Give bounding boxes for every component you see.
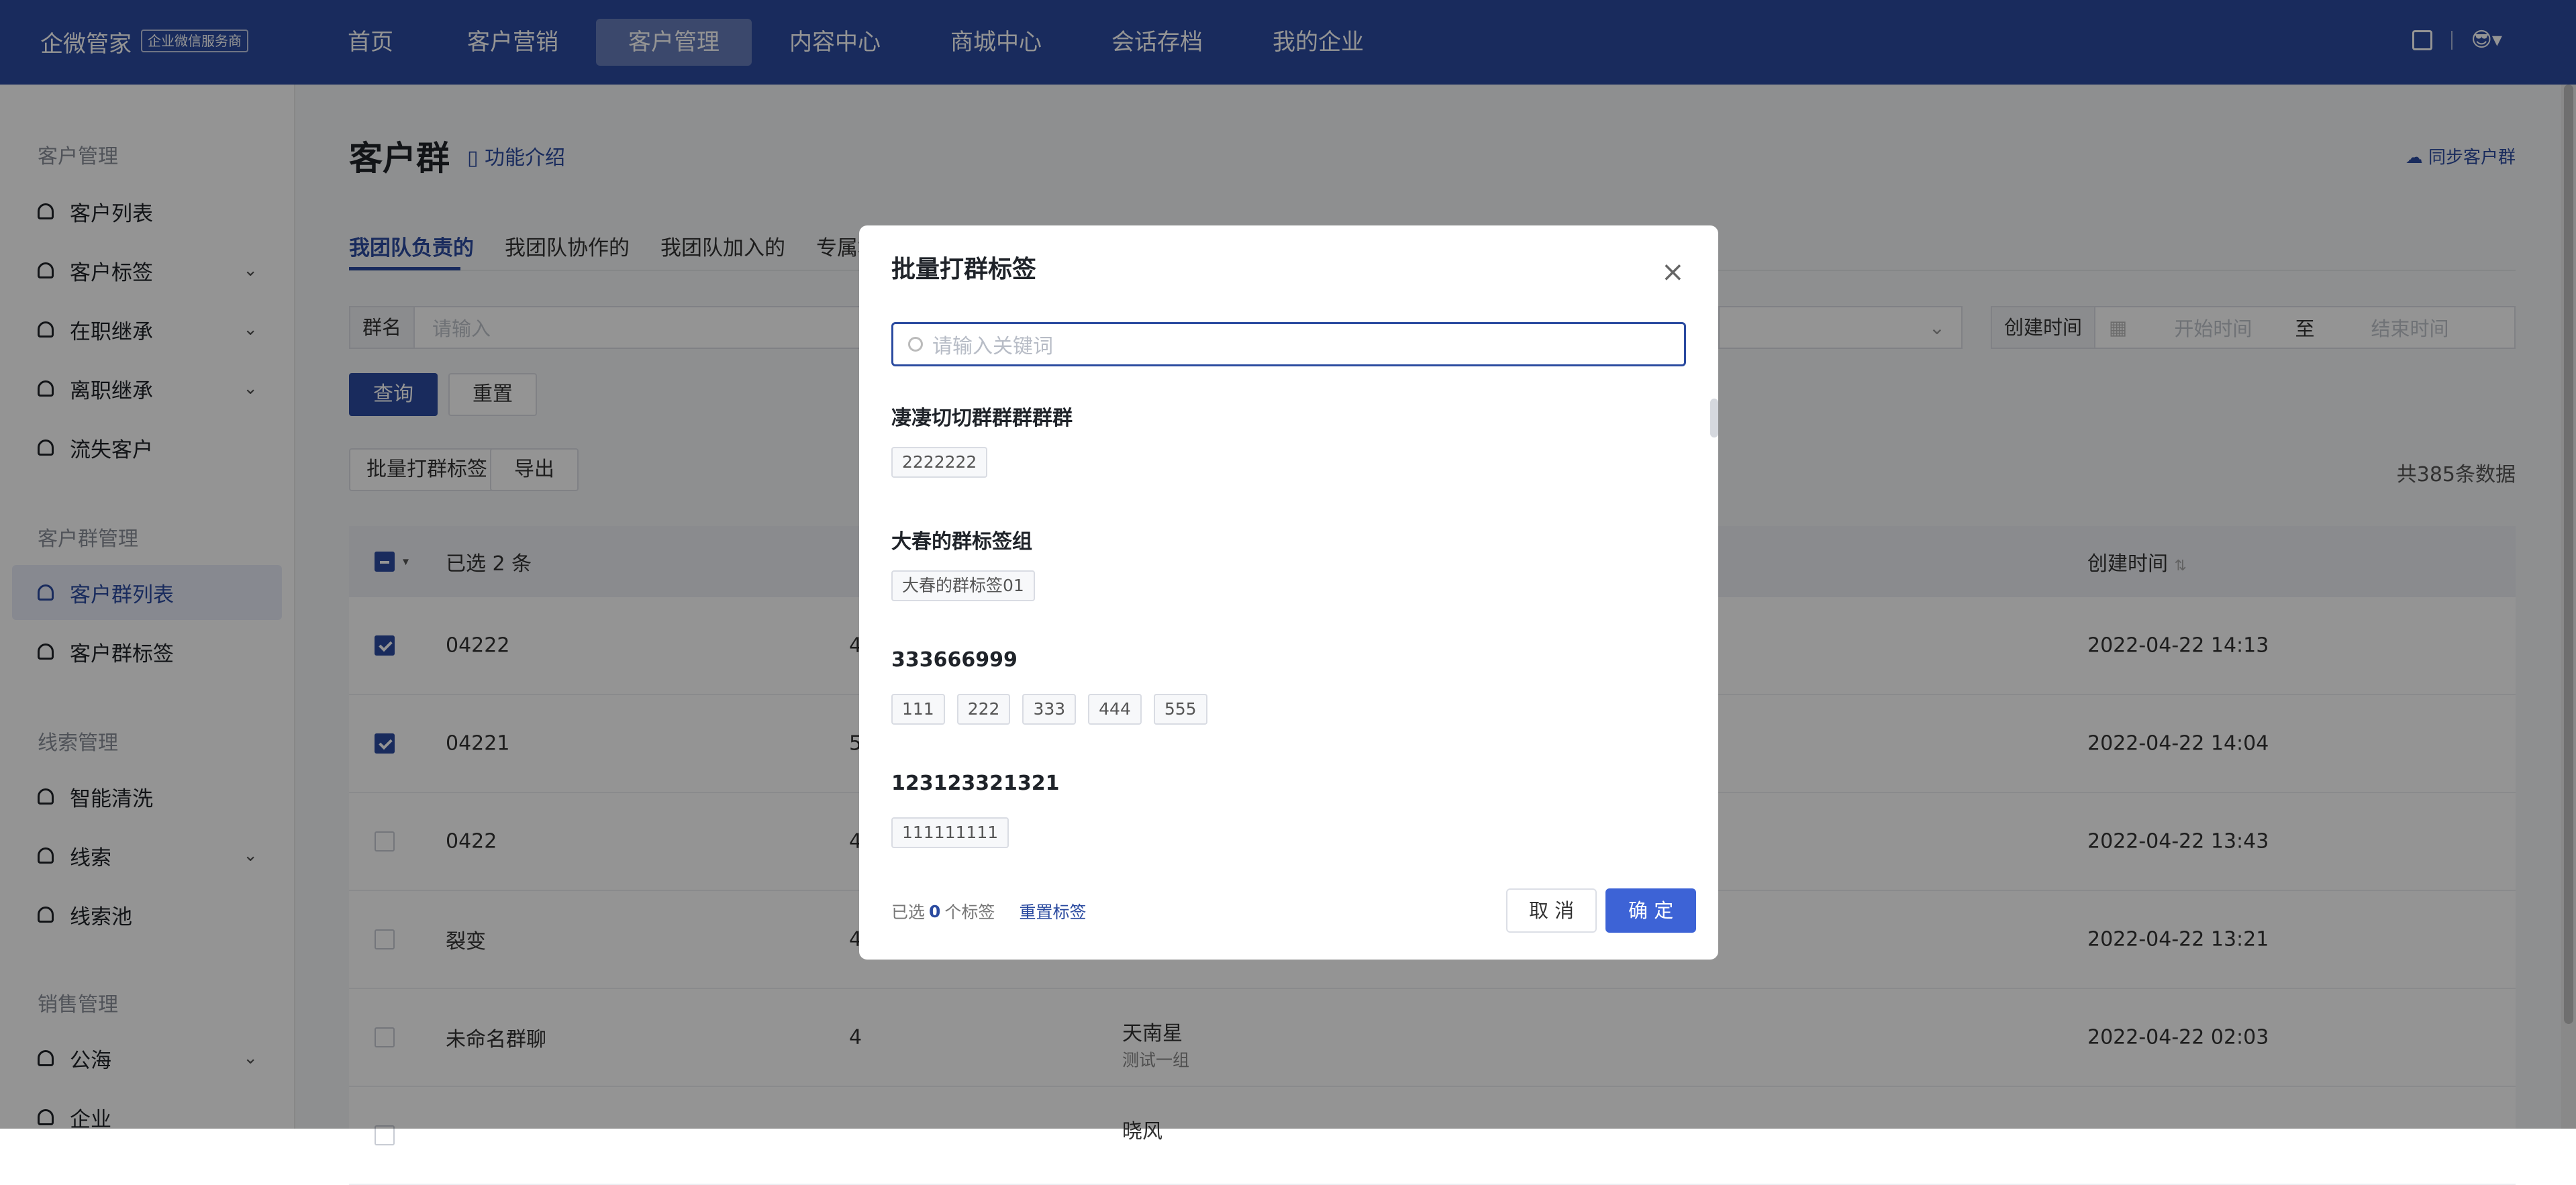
tag-group-title: 333666999 <box>891 648 1018 672</box>
tag-search-input[interactable]: 请输入关键词 <box>891 322 1686 366</box>
search-icon <box>908 337 923 352</box>
tag-option[interactable]: 111 <box>891 694 945 725</box>
tag-option[interactable]: 555 <box>1153 694 1207 725</box>
tag-option[interactable]: 2222222 <box>891 447 988 478</box>
tag-option[interactable]: 大春的群标签01 <box>891 570 1035 601</box>
confirm-button[interactable]: 确 定 <box>1605 888 1697 933</box>
reset-tags-link[interactable]: 重置标签 <box>1019 899 1086 923</box>
selected-tags-info: 已选 0 个标签 重置标签 <box>891 899 1086 923</box>
cancel-button[interactable]: 取 消 <box>1506 888 1597 933</box>
close-icon[interactable]: × <box>1661 258 1685 286</box>
tag-list: 111111111 <box>891 817 1009 848</box>
tag-option[interactable]: 333 <box>1022 694 1077 725</box>
batch-tag-dialog: 批量打群标签 × 请输入关键词 凄凄切切群群群群群 2222222 大春的群标签… <box>859 225 1718 960</box>
tag-option[interactable]: 111111111 <box>891 817 1009 848</box>
tag-list: 2222222 <box>891 447 988 478</box>
tag-group-title: 大春的群标签组 <box>891 530 1032 554</box>
tag-group-title: 123123321321 <box>891 772 1060 795</box>
dialog-scrollbar-thumb[interactable] <box>1710 399 1718 437</box>
dialog-title: 批量打群标签 <box>891 256 1037 283</box>
tag-option[interactable]: 444 <box>1088 694 1142 725</box>
selected-tag-count: 0 <box>929 901 941 921</box>
tag-group-title: 凄凄切切群群群群群 <box>891 407 1073 430</box>
tag-list: 大春的群标签01 <box>891 570 1035 601</box>
tag-option[interactable]: 222 <box>956 694 1011 725</box>
tag-list: 111 222 333 444 555 <box>891 694 1207 725</box>
